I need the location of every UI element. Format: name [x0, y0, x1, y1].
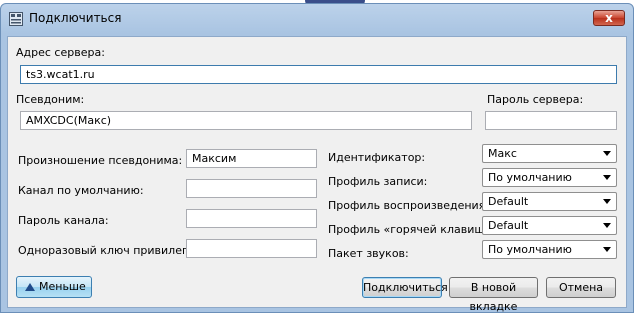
privilege-key-label: Одноразовый ключ привилегии: [18, 244, 206, 257]
dialog-body: Адрес сервера: ts3.wcat1.ru Псевдоним: A… [7, 36, 627, 313]
chevron-down-icon [603, 175, 611, 180]
chevron-down-icon [603, 151, 611, 156]
default-channel-label: Канал по умолчанию: [18, 184, 144, 197]
connect-button[interactable]: Подключиться [362, 277, 448, 298]
server-address-input[interactable]: ts3.wcat1.ru [20, 65, 617, 84]
identity-select[interactable]: Макс [482, 144, 617, 163]
capture-profile-select[interactable]: По умолчанию [482, 168, 617, 187]
channel-password-label: Пароль канала: [18, 214, 109, 227]
less-button[interactable]: Меньше [16, 276, 92, 298]
phonetic-nickname-label: Произношение псевдонима: [18, 154, 183, 167]
sound-pack-select[interactable]: По умолчанию [482, 240, 617, 259]
channel-password-input[interactable] [186, 209, 317, 228]
server-password-input[interactable] [485, 111, 617, 130]
capture-profile-value: По умолчанию [488, 171, 572, 184]
hotkey-profile-select[interactable]: Default [482, 216, 617, 235]
privilege-key-input[interactable] [186, 239, 317, 258]
capture-profile-label: Профиль записи: [328, 175, 428, 188]
playback-profile-value: Default [488, 195, 529, 208]
server-address-label: Адрес сервера: [16, 46, 105, 59]
sound-pack-value: По умолчанию [488, 243, 572, 256]
phonetic-nickname-input[interactable]: Максим [186, 149, 317, 168]
cancel-button[interactable]: Отмена [546, 277, 616, 298]
less-button-label: Меньше [39, 280, 86, 293]
hotkey-profile-label: Профиль «горячей клавиши»: [328, 223, 502, 236]
chevron-down-icon [603, 223, 611, 228]
server-password-label: Пароль сервера: [487, 93, 584, 106]
playback-profile-select[interactable]: Default [482, 192, 617, 211]
sound-pack-label: Пакет звуков: [328, 247, 409, 260]
connect-dialog: Подключиться x Адрес сервера: ts3.wcat1.… [0, 3, 634, 313]
identity-label: Идентификатор: [328, 151, 426, 164]
chevron-down-icon [603, 247, 611, 252]
chevron-down-icon [603, 199, 611, 204]
title-bar: Подключиться x [1, 4, 633, 32]
hotkey-profile-value: Default [488, 219, 529, 232]
playback-profile-label: Профиль воспроизведения: [328, 199, 489, 212]
nickname-label: Псевдоним: [16, 93, 85, 106]
new-tab-button[interactable]: В новой вкладке [449, 277, 538, 313]
identity-value: Макс [488, 147, 517, 160]
window-title: Подключиться [29, 11, 122, 25]
nickname-input[interactable]: AMXCDC(Макс) [20, 111, 472, 130]
triangle-up-icon [25, 283, 35, 291]
default-channel-input[interactable] [186, 179, 317, 198]
app-icon [9, 12, 23, 26]
close-button[interactable]: x [593, 10, 625, 26]
close-icon: x [605, 11, 613, 25]
